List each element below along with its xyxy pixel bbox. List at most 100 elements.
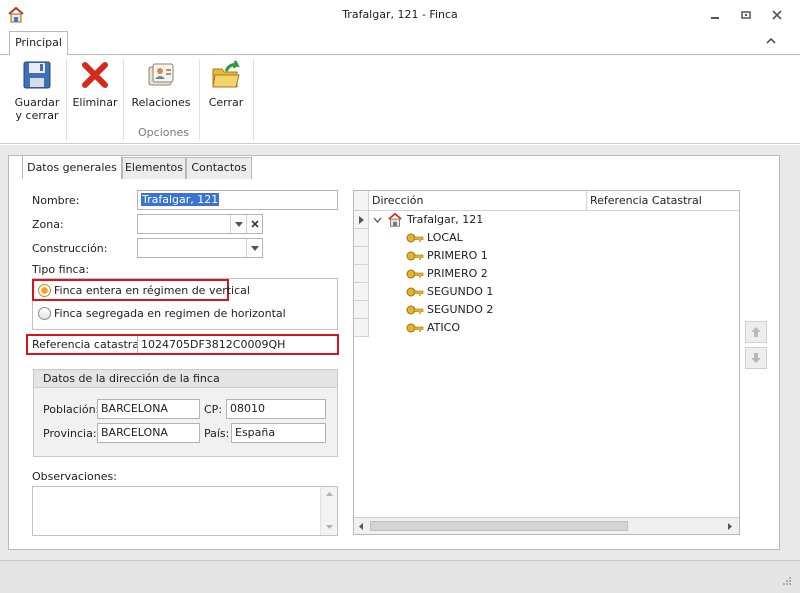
tab-contactos[interactable]: Contactos (186, 157, 252, 179)
scroll-down-icon[interactable] (326, 525, 333, 529)
tipo-finca-label: Tipo finca: (32, 263, 90, 276)
clear-x-icon (250, 220, 259, 228)
nombre-input[interactable]: Trafalgar, 121 (137, 190, 338, 210)
construccion-dropdown-button[interactable] (246, 239, 262, 257)
key-icon (406, 323, 424, 333)
row-indicator (354, 265, 369, 283)
chevron-down-icon (250, 245, 259, 251)
tree-item-label: PRIMERO 1 (427, 249, 488, 262)
key-icon (406, 305, 424, 315)
minimize-button[interactable] (705, 6, 725, 24)
pais-input[interactable]: España (231, 423, 326, 443)
move-down-button[interactable] (745, 347, 767, 369)
zona-label: Zona: (32, 218, 64, 231)
relations-label: Relaciones (131, 96, 191, 109)
referencia-label: Referencia catastral: (32, 338, 146, 351)
relations-button[interactable]: Relaciones (130, 55, 192, 131)
grid-corner-cell (354, 191, 369, 211)
row-indicator (354, 283, 369, 301)
close-form-button[interactable]: Cerrar (204, 55, 248, 131)
house-icon (388, 212, 402, 227)
tree-root-label: Trafalgar, 121 (407, 213, 484, 226)
tree-row-child[interactable]: PRIMERO 2 (406, 265, 488, 283)
key-icon (406, 287, 424, 297)
radio-vertical-button[interactable] (38, 284, 51, 297)
tree-row-child[interactable]: SEGUNDO 1 (406, 283, 493, 301)
close-icon (772, 10, 782, 20)
tree-item-label: LOCAL (427, 231, 463, 244)
tree-row-child[interactable]: PRIMERO 1 (406, 247, 488, 265)
observaciones-scrollbar[interactable] (320, 487, 337, 535)
provincia-label: Provincia: (43, 427, 97, 440)
poblacion-input[interactable]: BARCELONA (97, 399, 200, 419)
observaciones-textarea[interactable] (32, 486, 338, 536)
close-window-button[interactable] (767, 6, 787, 24)
ribbon: Guardar y cerrar Eliminar Relaciones Opc… (0, 54, 800, 144)
chevron-up-icon[interactable] (764, 34, 778, 48)
window-title: Trafalgar, 121 - Finca (342, 8, 458, 21)
radio-horizontal-option[interactable]: Finca segregada en regimen de horizontal (38, 307, 286, 320)
tree-item-label: SEGUNDO 1 (427, 285, 494, 298)
ribbon-tab-principal[interactable]: Principal (9, 31, 68, 55)
key-icon (406, 269, 424, 279)
scroll-left-icon[interactable] (359, 523, 363, 530)
folder-exit-icon (212, 60, 240, 88)
key-icon (406, 251, 424, 261)
tree-grid[interactable]: Dirección Referencia Catastral Trafalgar… (353, 190, 740, 535)
key-icon (406, 233, 424, 243)
row-indicator (354, 319, 369, 337)
ribbon-separator (199, 59, 200, 141)
construccion-combobox[interactable] (137, 238, 263, 258)
tab-datos-generales[interactable]: Datos generales (22, 155, 122, 179)
cp-value: 08010 (230, 402, 265, 415)
row-indicator (354, 229, 369, 247)
chevron-down-icon[interactable] (373, 217, 382, 223)
ribbon-separator (66, 59, 67, 141)
chevron-down-icon (234, 221, 243, 227)
column-header-direccion[interactable]: Dirección (369, 191, 587, 211)
observaciones-label: Observaciones: (32, 470, 117, 483)
referencia-input[interactable]: 1024705DF3812C0009QH (137, 336, 336, 353)
row-indicator (354, 247, 369, 265)
zona-dropdown-button[interactable] (230, 215, 246, 233)
radio-vertical-option[interactable]: Finca entera en régimen de vertical (38, 284, 250, 297)
tree-row-child[interactable]: LOCAL (406, 229, 463, 247)
cp-input[interactable]: 08010 (226, 399, 326, 419)
construccion-label: Construcción: (32, 242, 108, 255)
close-form-label: Cerrar (208, 96, 244, 109)
radio-horizontal-button[interactable] (38, 307, 51, 320)
ribbon-separator (123, 59, 124, 141)
nombre-value: Trafalgar, 121 (141, 193, 220, 206)
row-indicator (354, 301, 369, 319)
column-header-referencia[interactable]: Referencia Catastral (587, 191, 739, 211)
group-label-opciones: Opciones (138, 126, 189, 139)
move-up-button[interactable] (745, 321, 767, 343)
provincia-input[interactable]: BARCELONA (97, 423, 200, 443)
restore-button[interactable] (736, 6, 756, 24)
cp-label: CP: (204, 403, 223, 416)
grid-horizontal-scrollbar[interactable] (354, 517, 739, 534)
zona-clear-button[interactable] (246, 215, 262, 233)
arrow-up-icon (751, 327, 761, 337)
tree-row-child[interactable]: ATICO (406, 319, 460, 337)
tree-row-root[interactable]: Trafalgar, 121 (373, 211, 483, 229)
tab-elementos[interactable]: Elementos (122, 157, 186, 179)
resize-grip-icon[interactable] (782, 576, 792, 586)
ribbon-tab-bar (0, 30, 800, 54)
tree-row-child[interactable]: SEGUNDO 2 (406, 301, 493, 319)
referencia-value: 1024705DF3812C0009QH (141, 338, 286, 351)
restore-icon (741, 11, 751, 19)
scroll-up-icon[interactable] (326, 492, 333, 496)
tree-item-label: PRIMERO 2 (427, 267, 488, 280)
poblacion-value: BARCELONA (101, 402, 168, 415)
zona-combobox[interactable] (137, 214, 263, 234)
delete-button[interactable]: Eliminar (70, 55, 120, 131)
scroll-right-icon[interactable] (728, 523, 732, 530)
radio-horizontal-label: Finca segregada en regimen de horizontal (54, 307, 286, 320)
radio-vertical-label: Finca entera en régimen de vertical (54, 284, 250, 297)
scrollbar-thumb[interactable] (370, 521, 628, 531)
ribbon-separator (253, 59, 254, 141)
save-close-button[interactable]: Guardar y cerrar (10, 55, 64, 131)
tree-item-label: SEGUNDO 2 (427, 303, 494, 316)
save-close-label: Guardar y cerrar (14, 96, 60, 122)
